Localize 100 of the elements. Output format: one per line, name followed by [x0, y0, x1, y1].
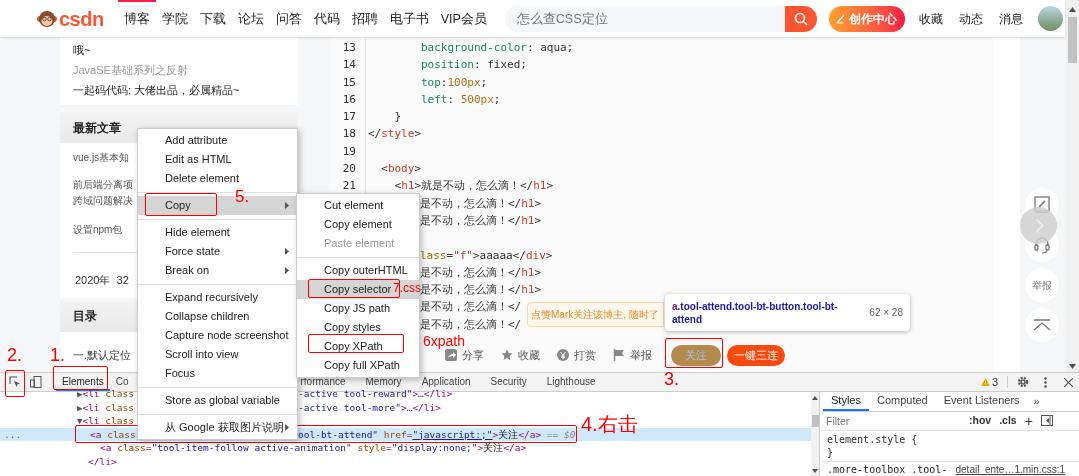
menu-item[interactable]: Copy JS path [297, 299, 419, 318]
menu-item[interactable]: Collapse children [138, 307, 297, 326]
nav-link[interactable]: 消息 [998, 9, 1023, 28]
nav-link[interactable]: 代码 [307, 0, 346, 37]
more-tabs-button[interactable]: » [1027, 392, 1046, 411]
menu-item[interactable]: Copy element [297, 215, 419, 234]
menu-item[interactable]: Focus [138, 364, 297, 383]
scroll-up-icon[interactable] [812, 396, 818, 400]
nav-link[interactable]: 动态 [958, 9, 983, 28]
devtools-tab[interactable]: Security [484, 373, 533, 391]
search-button[interactable] [784, 5, 817, 32]
code-line: 是不动，怎么滴！</ [420, 317, 522, 331]
menu-item[interactable]: Cut element [297, 196, 419, 215]
inspect-element-icon[interactable] [9, 376, 21, 388]
toolbar-link[interactable]: 打赏 [557, 346, 596, 364]
menu-item[interactable]: Copy full XPath [297, 356, 419, 375]
code-line: top:100px; [419, 75, 488, 89]
nav-link[interactable]: 下载 [193, 0, 232, 37]
logo-icon [37, 8, 57, 29]
line-number: 20 [341, 161, 356, 178]
node-options[interactable]: ... [4, 427, 22, 441]
code-line: position: fixed; [419, 58, 527, 72]
warning-icon [980, 378, 990, 386]
menu-item[interactable]: Edit as HTML [138, 150, 297, 169]
nav-link[interactable]: 电子书 [383, 0, 435, 37]
nav-link[interactable]: 论坛 [231, 0, 270, 37]
line-number: 17 [341, 109, 356, 126]
nav-link[interactable]: 收藏 [918, 9, 943, 28]
submenu-arrow-icon [285, 424, 289, 431]
search-icon [793, 11, 808, 26]
styles-tab[interactable]: Styles [823, 392, 869, 411]
archive-link[interactable]: 2020年 32 [73, 274, 129, 286]
code-line: } [393, 110, 402, 124]
class-toggle[interactable]: .cls [999, 413, 1017, 429]
menu-item[interactable]: Expand recursively [138, 288, 297, 307]
menu-item[interactable]: 从 Google 获取图片说明 [138, 418, 297, 437]
code-line: 是不动，怎么滴！</ [420, 300, 522, 314]
menu-item[interactable]: Capture node screenshot [138, 326, 297, 345]
back-to-top-button[interactable] [1024, 308, 1059, 342]
scroll-down-icon[interactable] [812, 469, 818, 473]
devtools-tab[interactable]: Lighthouse [540, 373, 602, 391]
toolbar-link[interactable]: 收藏 [501, 346, 540, 364]
menu-item[interactable]: Break on [138, 261, 297, 280]
styles-tab[interactable]: Event Listeners [935, 392, 1028, 411]
menu-item[interactable]: Copy XPath [297, 337, 419, 356]
annotation-label: 6xpath [423, 334, 466, 348]
toolbar-link[interactable]: 分享 [445, 346, 484, 364]
devtools-tab[interactable]: Co [109, 373, 135, 391]
devtools-tab[interactable]: Application [415, 373, 477, 391]
menu-item[interactable]: Add attribute [138, 131, 297, 150]
avatar[interactable] [1037, 6, 1063, 31]
scroll-thumb[interactable] [811, 415, 819, 427]
tip-banner: 点赞Mark关注该博主, 随时了 [527, 302, 664, 327]
element-size: 62 × 28 [869, 306, 903, 320]
dom-line: ▼<li class [77, 415, 134, 426]
style-rule: element.style { [827, 434, 919, 447]
search-field[interactable]: 怎么查CSS定位 [504, 5, 785, 32]
submenu-arrow-icon [285, 202, 289, 209]
menu-item[interactable]: Store as global variable [138, 391, 297, 410]
devtools-tab[interactable]: Elements [56, 373, 110, 391]
new-rule-button[interactable]: + [1024, 413, 1033, 428]
dom-line: <a class="tool-item-follow active-animation" style="display:none;">关注</a> [100, 442, 527, 453]
nav-link[interactable]: 问答 [269, 0, 308, 37]
menu-item[interactable]: Force state [138, 242, 297, 261]
device-toggle-icon[interactable] [30, 376, 42, 388]
annotation-box [665, 338, 723, 368]
scrollbar[interactable] [811, 392, 819, 476]
line-number: 19 [341, 143, 356, 160]
styles-tab[interactable]: Computed [868, 392, 936, 411]
close-icon[interactable] [1064, 377, 1073, 387]
warning-count[interactable]: 3 [991, 373, 998, 391]
scroll-thumb[interactable] [1067, 17, 1077, 63]
nav-link[interactable]: VIP会员 [434, 0, 493, 37]
annotation-box [5, 370, 25, 397]
line-number: 14 [341, 57, 356, 74]
dom-line: ▶<li class [77, 401, 134, 413]
toolbar-link[interactable]: 举报 [613, 346, 652, 364]
style-selector: .more-toolbox .tool- [827, 464, 948, 476]
code-line: 是不动，怎么滴！</h1> [420, 265, 542, 279]
menu-item[interactable]: Delete element [138, 169, 297, 188]
dom-line: -active tool-more">…</li> [298, 401, 441, 413]
nav-link[interactable]: 招聘 [345, 0, 384, 37]
menu-item[interactable]: Copy outerHTML [297, 261, 419, 280]
sidebar-toggle-icon[interactable] [1040, 415, 1053, 427]
code-line: </style> [368, 127, 421, 141]
card-text: 哦~ [73, 43, 92, 58]
scroll-up-icon[interactable] [1068, 7, 1076, 12]
settings-icon[interactable] [1017, 376, 1029, 388]
dom-line: ▶<li class [77, 388, 134, 399]
scroll-down-icon[interactable] [1068, 364, 1076, 369]
menu-item[interactable]: Hide element [138, 223, 297, 242]
menu-item[interactable]: Scroll into view [138, 345, 297, 364]
hover-toggle[interactable]: :hov [969, 413, 992, 429]
scrollbar[interactable] [1065, 0, 1079, 372]
report-button[interactable]: 举报 [1024, 268, 1059, 302]
menu-item[interactable]: Copy styles [297, 318, 419, 337]
dom-line: </li> [88, 455, 117, 467]
stylesheet-link[interactable]: detail_ente…1.min.css:1 [955, 464, 1075, 476]
nav-link[interactable]: 学院 [155, 0, 194, 37]
more-options-icon[interactable] [1044, 376, 1047, 388]
